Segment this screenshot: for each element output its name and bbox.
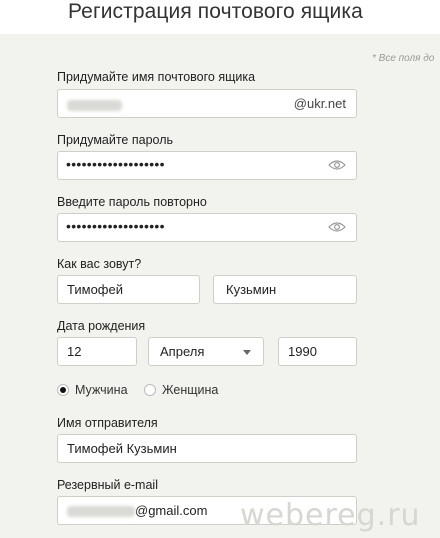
gender-male-label: Мужчина [75,383,128,397]
password-repeat-input[interactable]: ••••••••••••••••••• [57,213,357,242]
first-name-input[interactable]: Тимофей [57,275,200,304]
mailbox-domain: @ukr.net [293,96,346,111]
first-name-value: Тимофей [67,282,123,297]
birth-date-label: Дата рождения [57,319,146,333]
backup-email-redacted [67,506,135,518]
chevron-down-icon [243,350,251,355]
page-header: Регистрация почтового ящика [0,0,440,34]
last-name-input[interactable]: Кузьмин [213,275,357,304]
password-repeat-label: Введите пароль повторно [57,195,207,209]
watermark: webereg.ru [240,498,421,533]
birth-day-input[interactable]: 12 [57,337,137,366]
birth-year-input[interactable]: 1990 [278,337,357,366]
mailbox-name-redacted [67,100,122,112]
password-label: Придумайте пароль [57,133,174,147]
password-input[interactable]: ••••••••••••••••••• [57,151,357,180]
birth-day-value: 12 [67,344,82,359]
sender-name-input[interactable]: Тимофей Кузьмин [57,434,357,463]
password-repeat-value: ••••••••••••••••••• [66,218,165,234]
gender-male-radio[interactable] [57,384,69,396]
gender-female-radio[interactable] [144,384,156,396]
gender-female-label: Женщина [162,383,219,397]
last-name-value: Кузьмин [226,282,277,297]
birth-month-select[interactable]: Апреля [148,337,264,366]
eye-icon[interactable] [328,159,346,171]
password-value: ••••••••••••••••••• [66,156,165,172]
mailbox-input[interactable]: @ukr.net [57,89,357,118]
eye-icon[interactable] [328,221,346,233]
page-title: Регистрация почтового ящика [68,0,363,23]
mailbox-label: Придумайте имя почтового ящика [57,70,256,84]
backup-email-label: Резервный e-mail [57,478,158,492]
name-label: Как вас зовут? [57,257,142,271]
required-fields-note: * Все поля до [372,53,435,64]
birth-year-value: 1990 [288,344,317,359]
sender-name-label: Имя отправителя [57,416,158,430]
birth-month-value: Апреля [160,344,205,359]
backup-email-domain: @gmail.com [135,503,208,518]
sender-name-value: Тимофей Кузьмин [67,441,177,456]
registration-page: Регистрация почтового ящика * Все поля д… [0,0,440,538]
